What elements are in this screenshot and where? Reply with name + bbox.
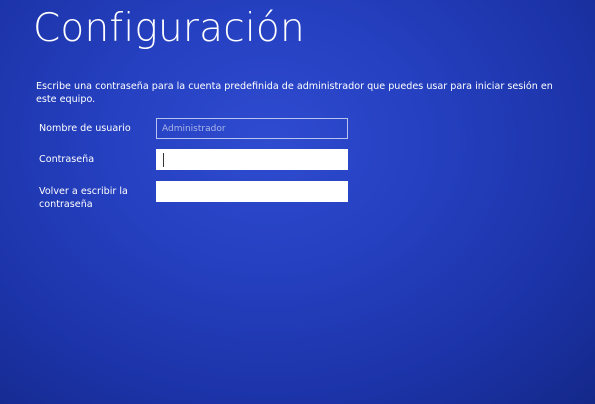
password-label: Contraseña (39, 154, 95, 165)
page-description: Escribe una contraseña para la cuenta pr… (36, 81, 553, 105)
text-caret (163, 153, 164, 167)
page-title: Configuración (33, 6, 305, 51)
username-field (156, 118, 348, 139)
password-confirm-field[interactable] (156, 181, 348, 202)
password-field[interactable] (156, 149, 348, 170)
password-confirm-label: Volver a escribir la contraseña (39, 186, 128, 210)
username-label: Nombre de usuario (39, 123, 131, 134)
